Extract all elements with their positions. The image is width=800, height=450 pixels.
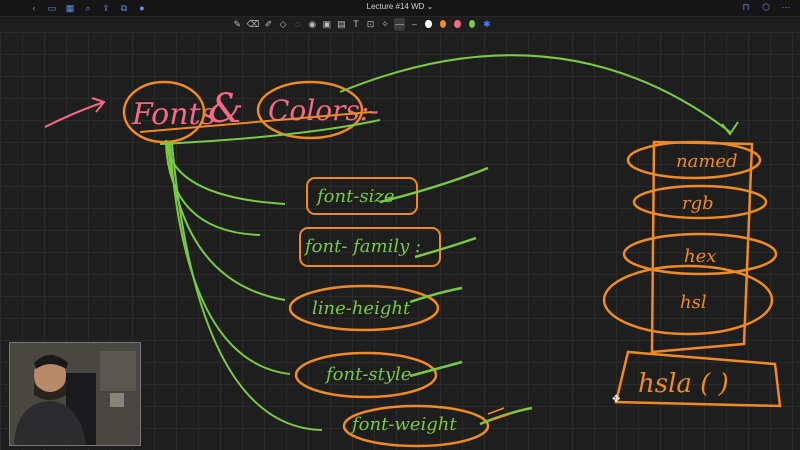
color-white-swatch[interactable] (425, 20, 432, 28)
font-size-label: font-size (315, 186, 395, 207)
title-bar-right: ⊓ ⬡ ⋯ (740, 1, 792, 13)
pen-icon[interactable]: ✎ (232, 18, 243, 31)
bluetooth-icon[interactable]: ✱ (481, 18, 492, 31)
branch-font-weight (171, 143, 323, 431)
stroke-width-icon[interactable]: — (394, 17, 405, 31)
shapes-icon[interactable]: ◇ (278, 18, 289, 31)
bookmark-outline-icon[interactable]: ⊓ (740, 1, 752, 13)
eraser-icon[interactable]: ⌫ (247, 18, 260, 31)
magic-icon[interactable]: ✧ (380, 18, 391, 31)
presenter-image (10, 343, 140, 445)
branch-line-height (167, 143, 286, 301)
lasso-icon[interactable]: ◌ (292, 18, 303, 31)
cursor-icon: ✥ (612, 394, 620, 405)
share-icon[interactable]: ⇪ (100, 2, 112, 14)
shape-icon[interactable]: ⬡ (760, 1, 772, 13)
search-icon[interactable]: ⌕ (82, 2, 94, 14)
line-height-strike (409, 286, 463, 304)
more-icon[interactable]: ⋯ (780, 1, 792, 13)
hsla-label: hsla ( ) (638, 369, 729, 399)
drawing-toolbar: ✎ ⌫ ✐ ◇ ◌ ◉ ▣ ▤ T ⊡ ✧ — – ✱ (232, 16, 492, 32)
hex-label: hex (684, 246, 716, 267)
color-pink-swatch[interactable] (454, 20, 461, 28)
image-icon[interactable]: ▣ (322, 18, 333, 31)
stroke-thin-icon[interactable]: – (409, 18, 420, 31)
rgb-label: rgb (682, 193, 714, 214)
bookmark-icon[interactable]: ⧉ (118, 2, 130, 14)
hsl-label: hsl (680, 292, 707, 313)
line-height-label: line-height (312, 298, 411, 319)
highlighter-icon[interactable]: ✐ (263, 18, 274, 31)
color-orange-swatch[interactable] (439, 20, 447, 28)
camera-icon[interactable]: ▤ (336, 18, 347, 31)
text-icon[interactable]: T (351, 18, 362, 31)
link-icon[interactable]: ⊡ (365, 18, 376, 31)
color-green-swatch[interactable] (468, 20, 476, 28)
font-size-strike (379, 166, 489, 204)
named-label: named (676, 151, 738, 172)
colors-arrowhead-icon (721, 121, 739, 136)
font-family-strike (414, 236, 477, 259)
mic-icon[interactable]: ● (136, 2, 148, 14)
presenter-webcam (9, 342, 141, 446)
title-bar-left: ‹ ▭ ▦ ⌕ ⇪ ⧉ ● (0, 2, 148, 14)
pink-arrow-icon (44, 101, 105, 128)
colors-arrow (339, 54, 731, 133)
font-family-label: font- family : (303, 236, 421, 257)
branch-font-size (165, 139, 286, 205)
font-weight-label: font-weight (350, 414, 457, 435)
sidebar-icon[interactable]: ▭ (46, 2, 58, 14)
title-bar: ‹ ▭ ▦ ⌕ ⇪ ⧉ ● Lecture #14 WD ⌄ ⊓ ⬡ ⋯ (0, 0, 800, 17)
eye-icon[interactable]: ◉ (307, 18, 318, 31)
back-icon[interactable]: ‹ (28, 2, 40, 14)
grid-icon[interactable]: ▦ (64, 2, 76, 14)
font-style-label: font-style (324, 364, 411, 385)
